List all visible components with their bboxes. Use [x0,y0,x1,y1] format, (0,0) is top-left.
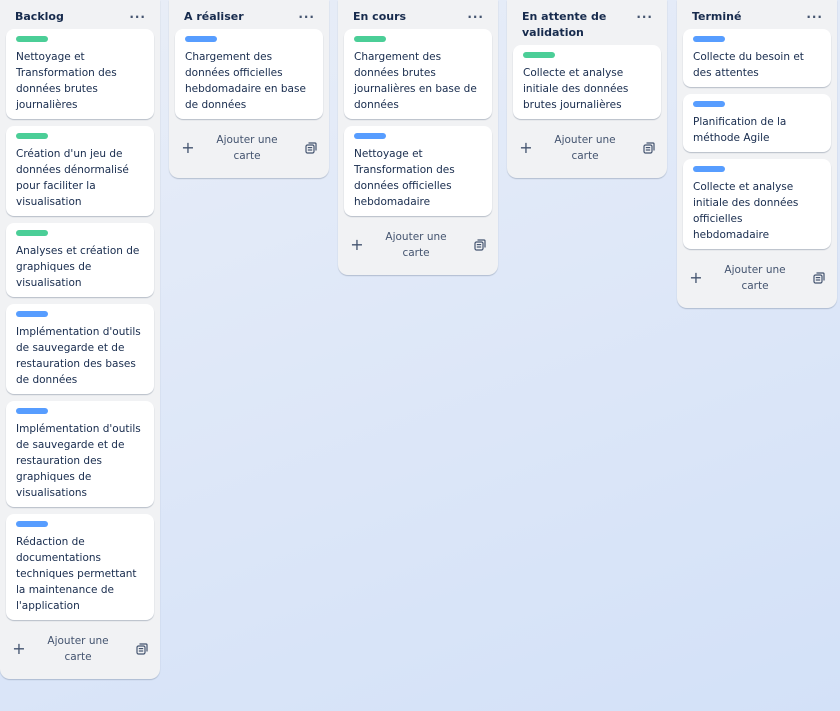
card[interactable]: Chargement des données officielles hebdo… [175,29,323,119]
list-a-realiser: A réaliser ··· Chargement des données of… [169,0,329,178]
card-title: Collecte du besoin et des attentes [693,51,804,79]
add-card-button[interactable]: + Ajouter une carte [175,126,323,170]
card[interactable]: Analyses et création de graphiques de vi… [6,223,154,297]
list-en-cours: En cours ··· Chargement des données brut… [338,0,498,275]
plus-icon: + [689,268,703,287]
card-label[interactable] [16,230,48,236]
card-title: Nettoyage et Transformation des données … [16,51,117,111]
ellipsis-icon[interactable]: ··· [125,9,150,25]
list-en-attente-de-validation: En attente de validation ··· Collecte et… [507,0,667,178]
add-card-button[interactable]: + Ajouter une carte [513,126,661,170]
ellipsis-icon[interactable]: ··· [632,9,657,25]
card[interactable]: Planification de la méthode Agile [683,94,831,152]
list-title[interactable]: En cours [353,9,406,25]
card-label[interactable] [354,133,386,139]
card-template-icon[interactable] [305,142,317,154]
card[interactable]: Implémentation d'outils de sauvegarde et… [6,401,154,507]
card-label[interactable] [354,36,386,42]
card-label[interactable] [16,133,48,139]
plus-icon: + [181,138,195,157]
list-header: En attente de validation ··· [513,0,661,45]
add-card-label: Ajouter une carte [47,635,109,663]
card-label[interactable] [693,36,725,42]
card[interactable]: Nettoyage et Transformation des données … [6,29,154,119]
add-card-button[interactable]: + Ajouter une carte [344,223,492,267]
card[interactable]: Collecte et analyse initiale des données… [513,45,661,119]
ellipsis-icon[interactable]: ··· [294,9,319,25]
card-label[interactable] [693,166,725,172]
list-title[interactable]: Backlog [15,9,64,25]
add-card-label: Ajouter une carte [554,134,616,162]
add-card-button[interactable]: + Ajouter une carte [6,627,154,671]
card-label[interactable] [185,36,217,42]
card[interactable]: Création d'un jeu de données dénormalisé… [6,126,154,216]
plus-icon: + [519,138,533,157]
card-label[interactable] [16,408,48,414]
card[interactable]: Collecte du besoin et des attentes [683,29,831,87]
list-header: En cours ··· [344,0,492,29]
card-title: Chargement des données brutes journalièr… [354,51,477,111]
list-header: Backlog ··· [6,0,154,29]
card-title: Analyses et création de graphiques de vi… [16,245,140,289]
card-title: Planification de la méthode Agile [693,116,787,144]
list-backlog: Backlog ··· Nettoyage et Transformation … [0,0,160,679]
card[interactable]: Collecte et analyse initiale des données… [683,159,831,249]
card-template-icon[interactable] [474,239,486,251]
card-title: Rédaction de documentations techniques p… [16,536,137,612]
list-header: Terminé ··· [683,0,831,29]
card[interactable]: Rédaction de documentations techniques p… [6,514,154,620]
card-title: Collecte et analyse initiale des données… [693,181,799,241]
card-label[interactable] [16,311,48,317]
plus-icon: + [12,639,26,658]
card[interactable]: Implémentation d'outils de sauvegarde et… [6,304,154,394]
card-title: Implémentation d'outils de sauvegarde et… [16,423,141,499]
add-card-label: Ajouter une carte [385,231,447,259]
card-label[interactable] [693,101,725,107]
card-title: Implémentation d'outils de sauvegarde et… [16,326,141,386]
card-template-icon[interactable] [643,142,655,154]
list-header: A réaliser ··· [175,0,323,29]
list-title[interactable]: A réaliser [184,9,244,25]
add-card-label: Ajouter une carte [216,134,278,162]
ellipsis-icon[interactable]: ··· [802,9,827,25]
card-template-icon[interactable] [813,272,825,284]
add-card-button[interactable]: + Ajouter une carte [683,256,831,300]
card[interactable]: Nettoyage et Transformation des données … [344,126,492,216]
card-label[interactable] [523,52,555,58]
card-template-icon[interactable] [136,643,148,655]
card[interactable]: Chargement des données brutes journalièr… [344,29,492,119]
list-title[interactable]: En attente de validation [522,9,632,41]
plus-icon: + [350,235,364,254]
card-title: Collecte et analyse initiale des données… [523,67,629,111]
list-title[interactable]: Terminé [692,9,741,25]
list-termine: Terminé ··· Collecte du besoin et des at… [677,0,837,308]
card-label[interactable] [16,36,48,42]
card-label[interactable] [16,521,48,527]
ellipsis-icon[interactable]: ··· [463,9,488,25]
add-card-label: Ajouter une carte [724,264,786,292]
card-title: Nettoyage et Transformation des données … [354,148,455,208]
card-title: Chargement des données officielles hebdo… [185,51,306,111]
card-title: Création d'un jeu de données dénormalisé… [16,148,129,208]
